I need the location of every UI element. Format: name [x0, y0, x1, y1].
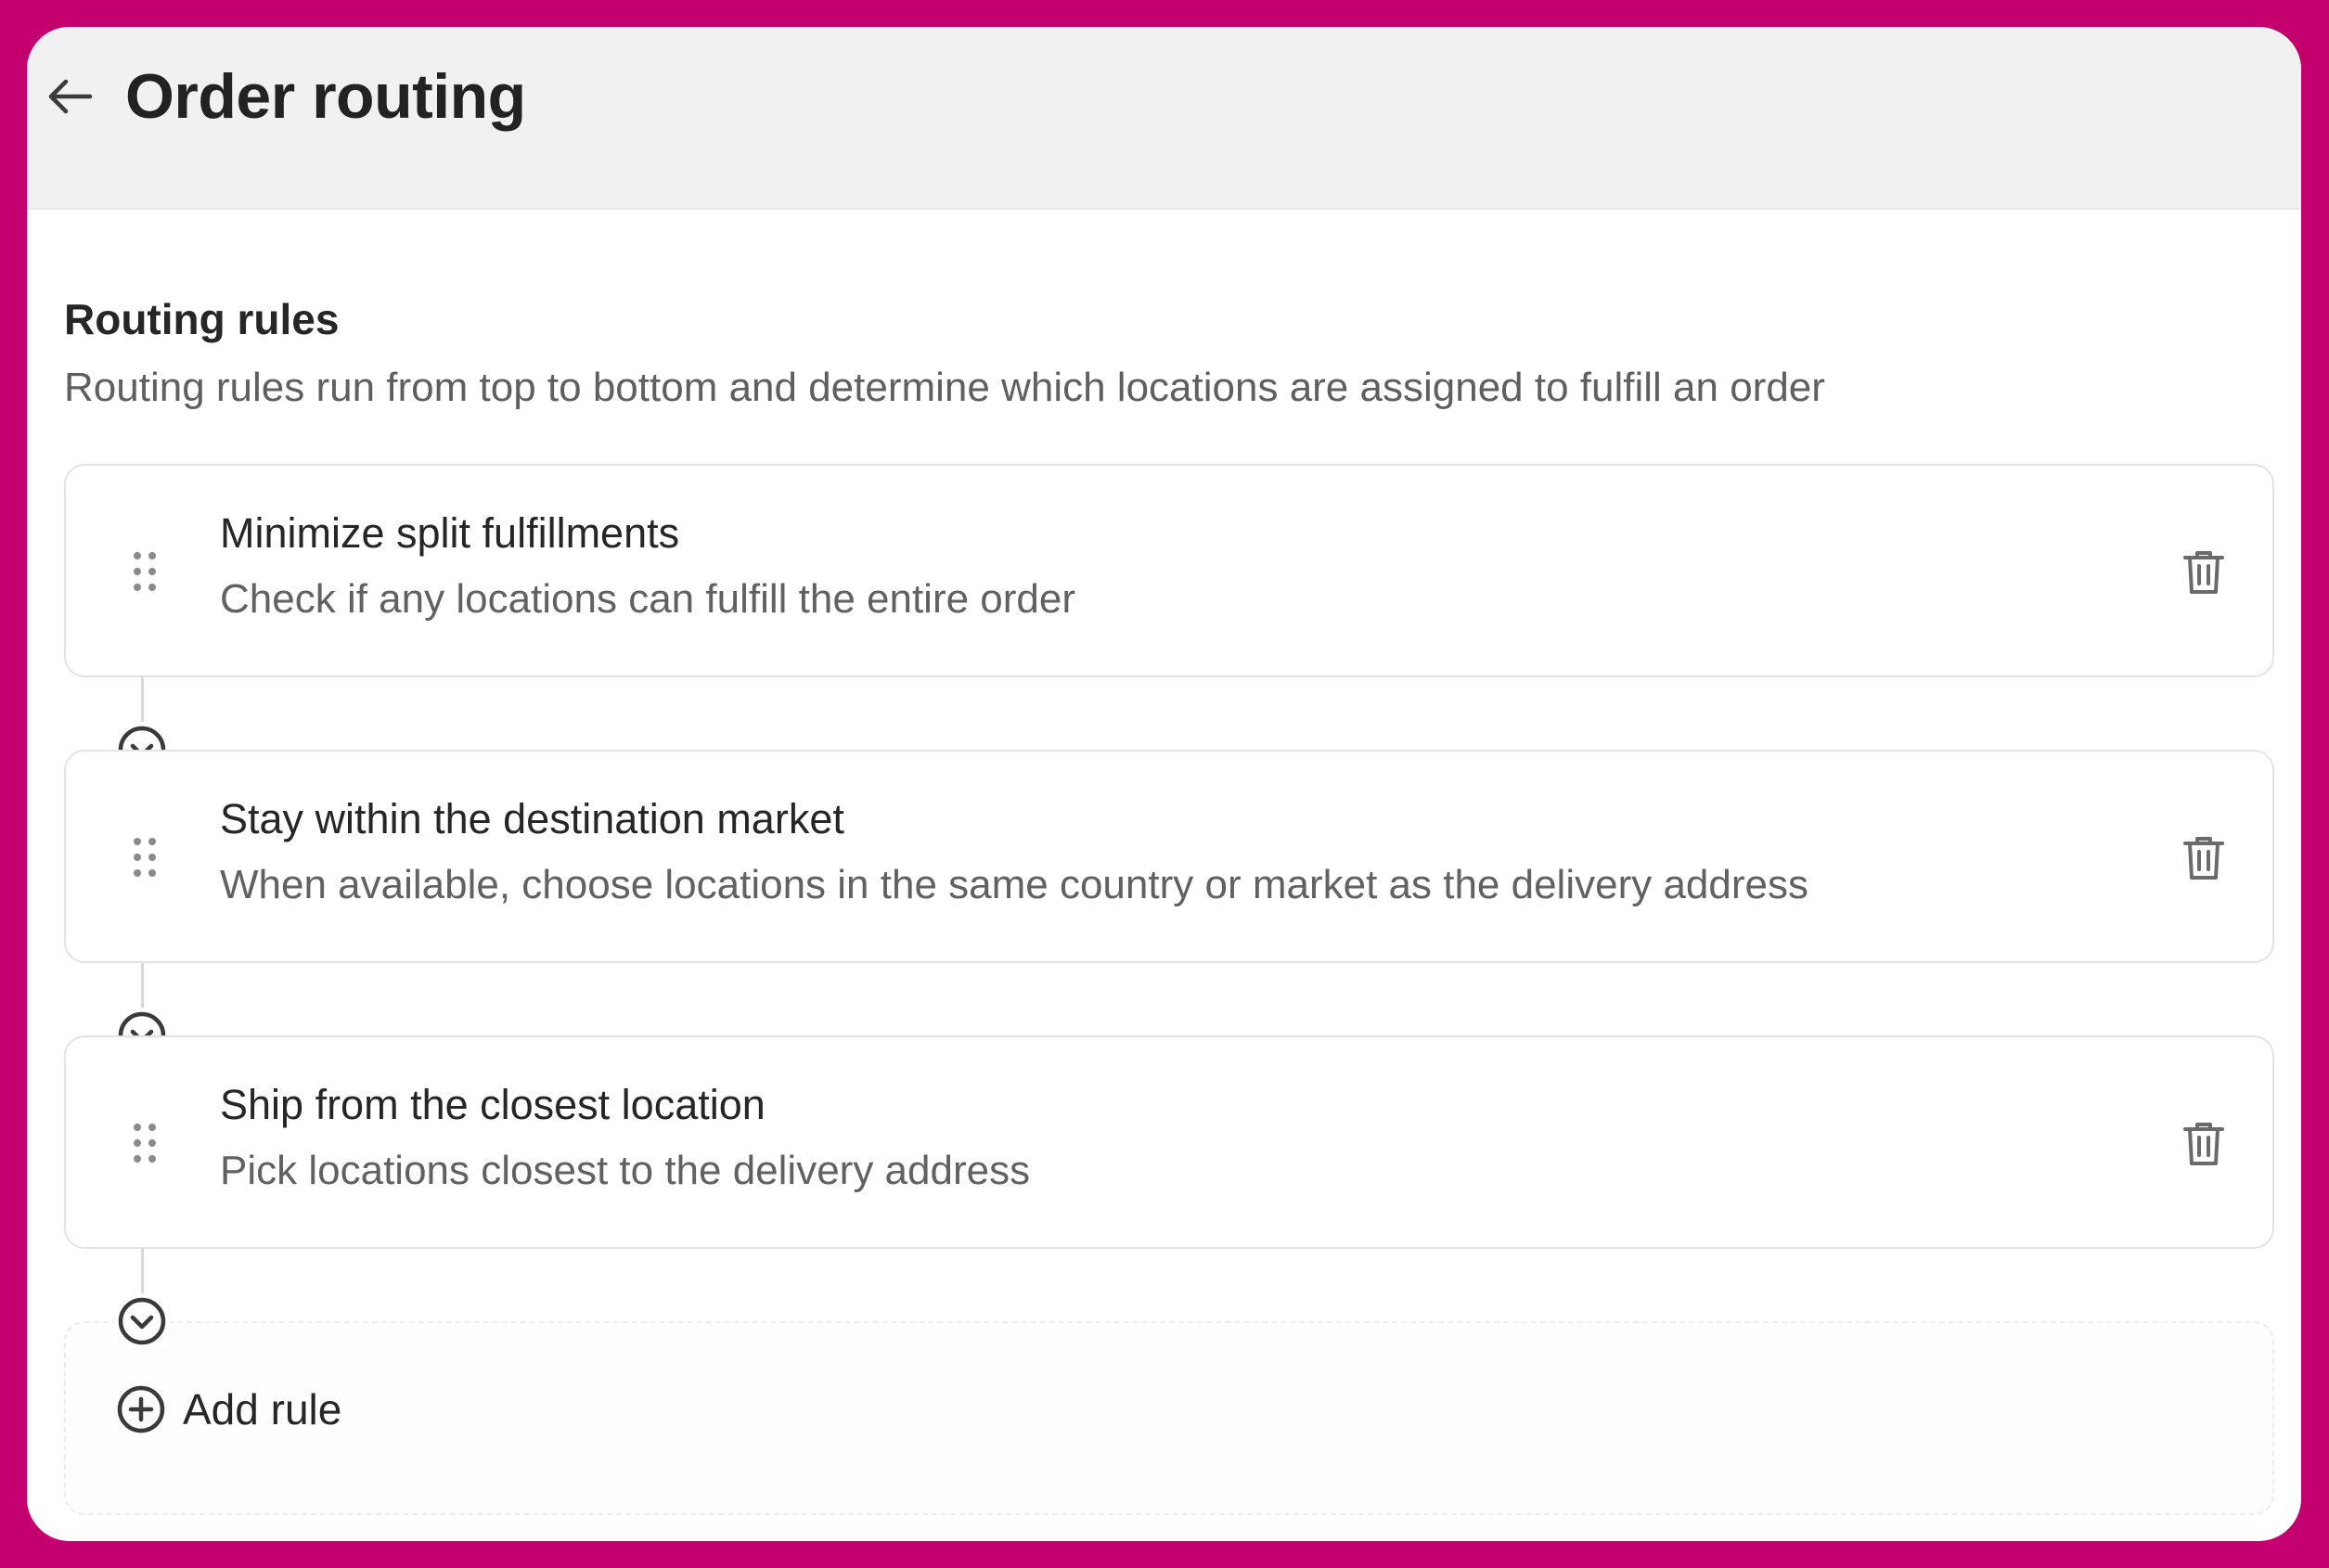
rule-description: When available, choose locations in the …	[220, 862, 1808, 907]
rule-text: Minimize split fulfillments Check if any…	[220, 508, 1075, 625]
drag-handle-icon[interactable]	[131, 550, 159, 593]
rule-card-destination-market[interactable]: Stay within the destination market When …	[64, 750, 2274, 963]
rule-name: Minimize split fulfillments	[220, 509, 680, 557]
plus-circle-icon	[117, 1385, 165, 1433]
rule-description: Check if any locations can fulfill the e…	[220, 576, 1076, 622]
routing-rules-section: Routing rules Routing rules run from top…	[27, 293, 2301, 1515]
trash-icon	[2183, 1123, 2224, 1165]
rule-name: Ship from the closest location	[220, 1081, 766, 1128]
trash-icon	[2183, 837, 2224, 880]
trash-icon	[2183, 551, 2224, 594]
delete-rule-button[interactable]	[2176, 1116, 2232, 1172]
chevron-down-icon[interactable]	[114, 1293, 170, 1349]
rule-card-closest-location[interactable]: Ship from the closest location Pick loca…	[64, 1035, 2274, 1249]
drag-handle-icon[interactable]	[131, 836, 159, 879]
rule-name: Stay within the destination market	[220, 795, 844, 842]
rule-card-minimize-split[interactable]: Minimize split fulfillments Check if any…	[64, 464, 2274, 677]
add-rule-card: Add rule	[64, 1321, 2274, 1515]
back-button[interactable]	[32, 55, 107, 138]
drag-handle-icon[interactable]	[131, 1122, 159, 1164]
order-routing-window: Order routing Routing rules Routing rule…	[27, 27, 2301, 1541]
chevron-circle-icon	[118, 1297, 166, 1345]
arrow-left-icon	[48, 79, 93, 114]
page-title: Order routing	[125, 61, 526, 132]
page-header: Order routing	[27, 27, 2301, 210]
delete-rule-button[interactable]	[2176, 545, 2232, 600]
rule-text: Stay within the destination market When …	[220, 793, 1808, 911]
section-description: Routing rules run from top to bottom and…	[64, 365, 1825, 410]
add-rule-button[interactable]: Add rule	[116, 1383, 341, 1435]
section-title: Routing rules	[64, 295, 340, 343]
add-rule-label: Add rule	[183, 1385, 342, 1433]
rule-text: Ship from the closest location Pick loca…	[220, 1079, 1030, 1197]
delete-rule-button[interactable]	[2176, 830, 2232, 886]
rule-description: Pick locations closest to the delivery a…	[220, 1148, 1031, 1193]
